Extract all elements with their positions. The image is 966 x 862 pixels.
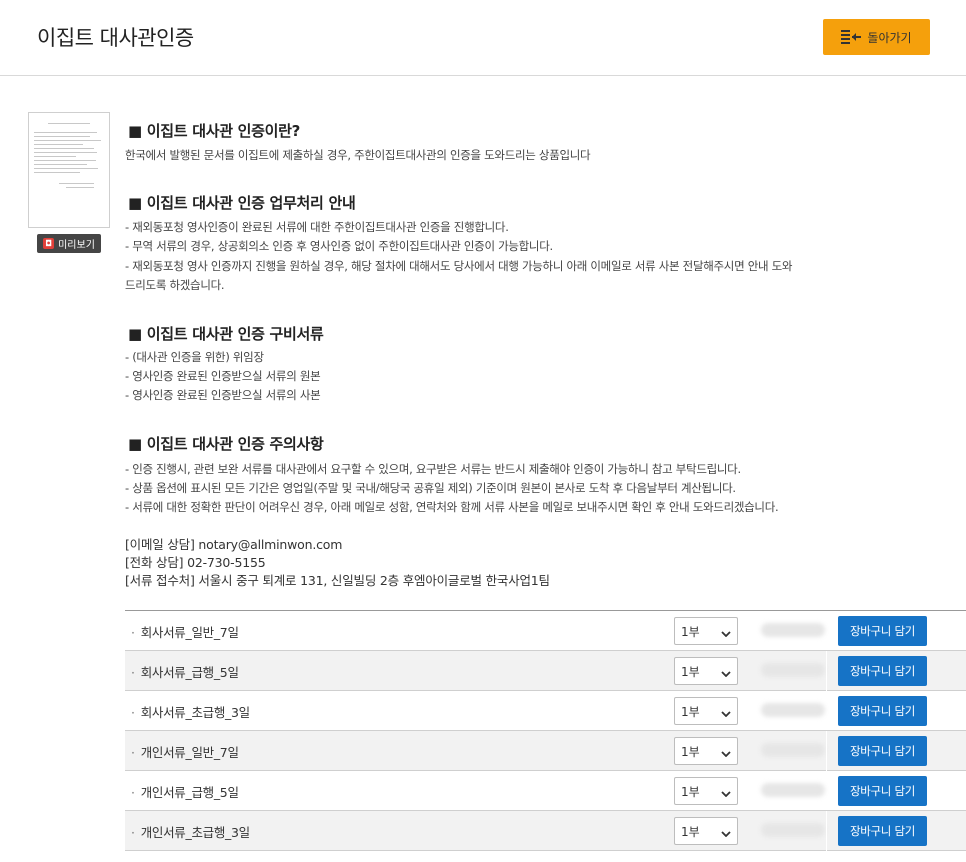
product-row: · 회사서류_급행_5일 1부 장바구니 담기 <box>125 651 966 691</box>
product-name: · 회사서류_초급행_3일 <box>131 705 250 720</box>
product-price <box>761 623 825 637</box>
add-to-cart-button[interactable]: 장바구니 담기 <box>838 816 927 846</box>
contact-phone: [전화 상담] 02-730-5155 <box>125 555 266 570</box>
documents-line: - 영사인증 완료된 인증받으실 서류의 사본 <box>125 388 321 402</box>
quantity-select[interactable]: 1부 <box>674 817 738 845</box>
chevron-down-icon <box>721 662 731 681</box>
product-name: · 개인서류_일반_7일 <box>131 745 239 760</box>
back-button-label: 돌아가기 <box>867 30 912 45</box>
add-to-cart-button[interactable]: 장바구니 담기 <box>838 616 927 646</box>
chevron-down-icon <box>721 702 731 721</box>
documents-line: - 영사인증 완료된 인증받으실 서류의 원본 <box>125 369 321 383</box>
preview-button-label: 미리보기 <box>58 240 95 251</box>
product-name: · 개인서류_초급행_3일 <box>131 825 250 840</box>
add-to-cart-button[interactable]: 장바구니 담기 <box>838 736 927 766</box>
product-row: · 개인서류_일반_7일 1부 장바구니 담기 <box>125 731 966 771</box>
quantity-select[interactable]: 1부 <box>674 617 738 645</box>
chevron-down-icon <box>721 742 731 761</box>
product-row: · 회사서류_초급행_3일 1부 장바구니 담기 <box>125 691 966 731</box>
contact-address: [서류 접수처] 서울시 중구 퇴계로 131, 신일빌딩 2층 후엠아이글로벌… <box>125 573 550 588</box>
documents-line: - (대사관 인증을 위한) 위임장 <box>125 350 264 364</box>
contact-email: [이메일 상담] notary@allminwon.com <box>125 537 343 552</box>
list-back-icon <box>841 30 862 44</box>
add-to-cart-button[interactable]: 장바구니 담기 <box>838 696 927 726</box>
section-title-process: ■ 이집트 대사관 인증 업무처리 안내 <box>128 194 356 212</box>
chevron-down-icon <box>721 822 731 841</box>
process-line: - 재외동포청 영사인증이 완료된 서류에 대한 주한이집트대사관 인증을 진행… <box>125 220 509 234</box>
notes-line: - 인증 진행시, 관련 보완 서류를 대사관에서 요구할 수 있으며, 요구받… <box>125 462 741 476</box>
header: 이집트 대사관인증 돌아가기 <box>0 0 966 76</box>
product-price <box>761 663 825 677</box>
process-line: - 재외동포청 영사 인증까지 진행을 원하실 경우, 해당 절차에 대해서도 … <box>125 259 793 273</box>
add-to-cart-button[interactable]: 장바구니 담기 <box>838 776 927 806</box>
quantity-select[interactable]: 1부 <box>674 697 738 725</box>
product-name: · 회사서류_일반_7일 <box>131 625 239 640</box>
process-line: 드리도록 하겠습니다. <box>125 278 225 292</box>
product-price <box>761 783 825 797</box>
product-list: · 회사서류_일반_7일 1부 장바구니 담기 · 회사서류_급행_5일 1부 장바… <box>125 610 966 851</box>
product-row: · 회사서류_일반_7일 1부 장바구니 담기 <box>125 611 966 651</box>
preview-button[interactable]: ◘ 미리보기 <box>37 234 101 253</box>
about-text: 한국에서 발행된 문서를 이집트에 제출하실 경우, 주한이집트대사관의 인증을… <box>125 148 591 162</box>
quantity-select[interactable]: 1부 <box>674 737 738 765</box>
product-price <box>761 703 825 717</box>
add-to-cart-button[interactable]: 장바구니 담기 <box>838 656 927 686</box>
product-row: · 개인서류_급행_5일 1부 장바구니 담기 <box>125 771 966 811</box>
product-price <box>761 743 825 757</box>
notes-line: - 상품 옵션에 표시된 모든 기간은 영업일(주말 및 국내/해당국 공휴일 … <box>125 481 736 495</box>
pdf-icon: ◘ <box>43 238 55 249</box>
product-name: · 개인서류_급행_5일 <box>131 785 239 800</box>
product-price <box>761 823 825 837</box>
section-title-notes: ■ 이집트 대사관 인증 주의사항 <box>128 435 324 453</box>
notes-line: - 서류에 대한 정확한 판단이 어려우신 경우, 아래 메일로 성함, 연락처… <box>125 500 779 514</box>
section-title-documents: ■ 이집트 대사관 인증 구비서류 <box>128 325 324 343</box>
quantity-select[interactable]: 1부 <box>674 657 738 685</box>
page-title: 이집트 대사관인증 <box>37 26 194 50</box>
chevron-down-icon <box>721 622 731 641</box>
product-row: · 개인서류_초급행_3일 1부 장바구니 담기 <box>125 811 966 851</box>
product-name: · 회사서류_급행_5일 <box>131 665 239 680</box>
section-title-about: ■ 이집트 대사관 인증이란? <box>128 122 301 140</box>
quantity-select[interactable]: 1부 <box>674 777 738 805</box>
process-line: - 무역 서류의 경우, 상공회의소 인증 후 영사인증 없이 주한이집트대사관… <box>125 239 553 253</box>
chevron-down-icon <box>721 782 731 801</box>
back-button[interactable]: 돌아가기 <box>823 19 930 55</box>
document-thumbnail[interactable] <box>28 112 110 228</box>
